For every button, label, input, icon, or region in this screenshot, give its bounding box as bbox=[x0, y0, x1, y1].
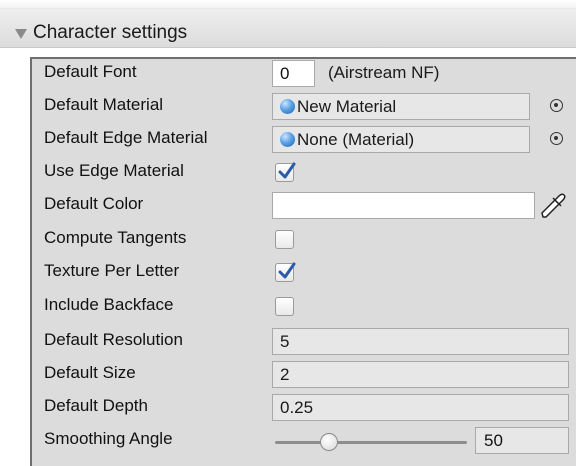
default-size-field[interactable]: 2 bbox=[272, 361, 569, 388]
row-default-color: Default Color bbox=[0, 190, 576, 223]
row-default-font: Default Font 0 (Airstream NF) bbox=[0, 58, 576, 91]
row-default-resolution: Default Resolution 5 bbox=[0, 326, 576, 359]
default-font-label: Default Font bbox=[44, 62, 137, 81]
checkmark-icon bbox=[278, 162, 296, 179]
default-resolution-label: Default Resolution bbox=[44, 330, 183, 349]
default-material-field[interactable]: New Material bbox=[272, 93, 530, 120]
row-texture-per-letter: Texture Per Letter bbox=[0, 257, 576, 290]
row-use-edge-material: Use Edge Material bbox=[0, 157, 576, 190]
compute-tangents-checkbox[interactable] bbox=[275, 230, 294, 249]
row-smoothing-angle: Smoothing Angle 50 bbox=[0, 425, 576, 458]
row-compute-tangents: Compute Tangents bbox=[0, 224, 576, 257]
compute-tangents-label: Compute Tangents bbox=[44, 228, 187, 247]
default-material-value: New Material bbox=[297, 97, 397, 116]
inspector-panel: Character settings Default Font 0 (Airst… bbox=[0, 0, 576, 466]
include-backface-label: Include Backface bbox=[44, 295, 174, 314]
default-font-index-field[interactable]: 0 bbox=[272, 60, 315, 87]
smoothing-angle-slider-track[interactable] bbox=[275, 441, 467, 444]
texture-per-letter-label: Texture Per Letter bbox=[44, 261, 180, 280]
default-color-swatch[interactable] bbox=[272, 192, 535, 219]
default-edge-material-value: None (Material) bbox=[297, 130, 415, 149]
default-color-label: Default Color bbox=[44, 194, 144, 213]
triangle-down-icon[interactable] bbox=[15, 29, 27, 39]
object-picker-icon[interactable] bbox=[550, 132, 563, 145]
default-depth-field[interactable]: 0.25 bbox=[272, 394, 569, 421]
default-font-name: (Airstream NF) bbox=[328, 63, 440, 82]
row-default-edge-material: Default Edge Material None (Material) bbox=[0, 124, 576, 157]
smoothing-angle-slider-thumb[interactable] bbox=[319, 433, 338, 451]
row-default-depth: Default Depth 0.25 bbox=[0, 392, 576, 425]
section-header[interactable]: Character settings bbox=[0, 8, 576, 48]
section-title: Character settings bbox=[33, 22, 188, 43]
row-default-size: Default Size 2 bbox=[0, 359, 576, 392]
row-include-backface: Include Backface bbox=[0, 291, 576, 324]
sphere-icon bbox=[280, 132, 295, 147]
smoothing-angle-field[interactable]: 50 bbox=[475, 427, 569, 454]
default-edge-material-field[interactable]: None (Material) bbox=[272, 126, 530, 153]
sphere-icon bbox=[280, 99, 295, 114]
eyedropper-icon[interactable] bbox=[538, 191, 568, 221]
include-backface-checkbox[interactable] bbox=[275, 297, 294, 316]
top-strip bbox=[0, 0, 576, 8]
default-material-label: Default Material bbox=[44, 95, 164, 114]
use-edge-material-checkbox[interactable] bbox=[275, 162, 296, 182]
object-picker-icon[interactable] bbox=[550, 99, 563, 112]
row-default-material: Default Material New Material bbox=[0, 91, 576, 124]
default-size-label: Default Size bbox=[44, 363, 136, 382]
default-resolution-field[interactable]: 5 bbox=[272, 328, 569, 355]
smoothing-angle-label: Smoothing Angle bbox=[44, 429, 173, 448]
default-depth-label: Default Depth bbox=[44, 396, 148, 415]
checkmark-icon bbox=[278, 262, 296, 279]
texture-per-letter-checkbox[interactable] bbox=[275, 262, 296, 282]
default-edge-material-label: Default Edge Material bbox=[44, 128, 208, 147]
use-edge-material-label: Use Edge Material bbox=[44, 161, 184, 180]
